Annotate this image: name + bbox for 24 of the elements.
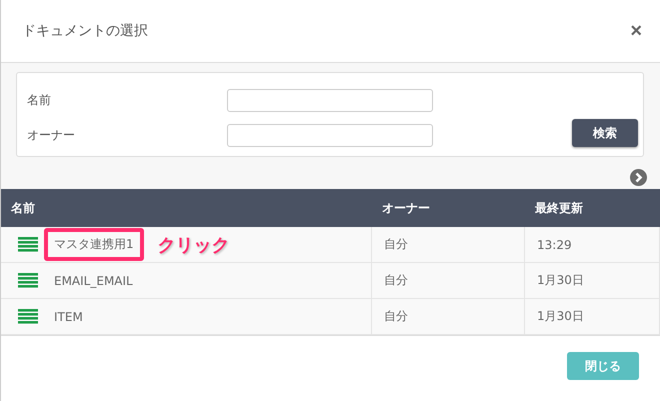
column-header: 最終更新	[534, 200, 584, 216]
table-cell: 自分	[372, 263, 525, 298]
next-icon[interactable]	[630, 169, 647, 186]
callout-text: クリック	[158, 234, 230, 256]
input-field[interactable]	[227, 124, 433, 147]
field-label: オーナー	[27, 127, 76, 144]
table-cell: 1月30日	[525, 263, 660, 298]
column-header: 名前	[10, 200, 36, 216]
document-name[interactable]: マスタ連携用1	[44, 228, 144, 261]
input-field[interactable]	[227, 89, 433, 112]
list-icon	[18, 309, 38, 324]
list-icon	[18, 273, 38, 288]
document-name[interactable]: EMAIL_EMAIL	[44, 266, 143, 296]
table-cell: 1月30日	[525, 299, 660, 334]
dialog-title: ドキュメントの選択	[22, 22, 148, 40]
table-cell: 13:29	[525, 227, 660, 262]
table-cell: 自分	[372, 299, 525, 334]
document-name[interactable]: ITEM	[44, 302, 93, 332]
search-button[interactable]: 検索	[572, 119, 638, 147]
field-label: 名前	[27, 92, 52, 109]
column-header: オーナー	[381, 200, 431, 216]
list-icon	[18, 237, 38, 252]
table-cell: 自分	[372, 227, 525, 262]
close-button[interactable]: ×	[630, 21, 642, 41]
